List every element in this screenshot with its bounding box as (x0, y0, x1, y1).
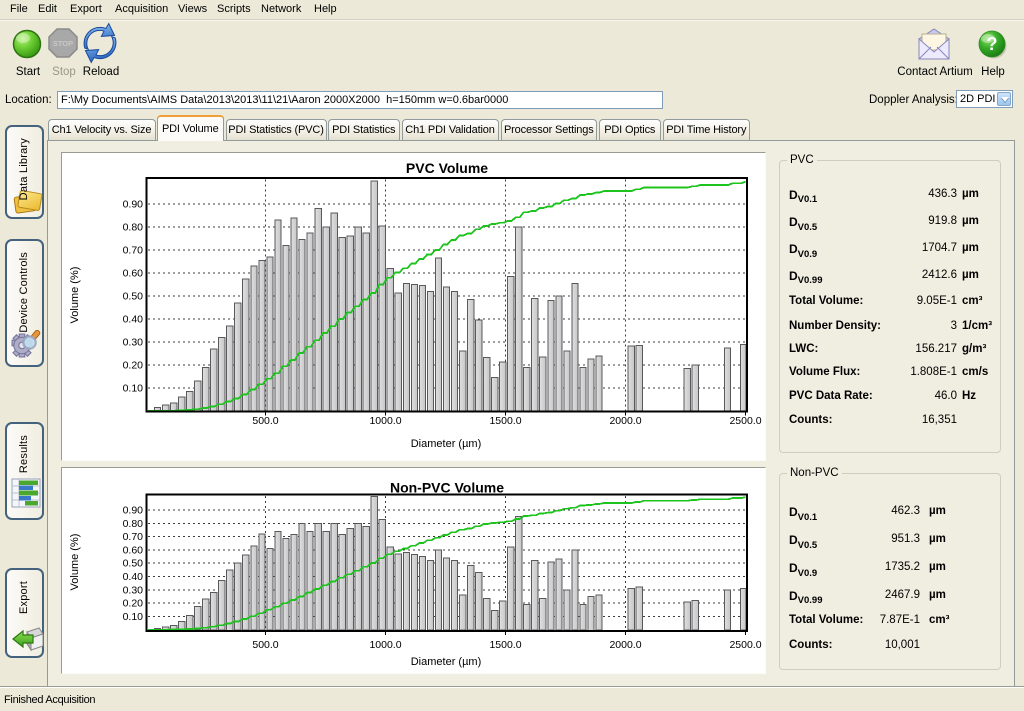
svg-text:500.0: 500.0 (252, 639, 278, 651)
svg-text:0.10: 0.10 (123, 383, 144, 395)
svg-text:1500.0: 1500.0 (489, 639, 521, 651)
svg-text:Diameter (µm): Diameter (µm) (411, 656, 482, 668)
svg-text:0.90: 0.90 (123, 505, 144, 517)
svg-text:Non-PVC Volume: Non-PVC Volume (390, 480, 504, 496)
svg-text:0.50: 0.50 (123, 291, 144, 303)
svg-text:Volume (%): Volume (%) (69, 534, 81, 591)
svg-text:0.20: 0.20 (123, 360, 144, 372)
svg-text:500.0: 500.0 (252, 415, 278, 427)
svg-text:0.20: 0.20 (123, 598, 144, 610)
svg-text:1000.0: 1000.0 (369, 639, 401, 651)
svg-text:0.60: 0.60 (123, 268, 144, 280)
svg-text:PVC Volume: PVC Volume (406, 160, 488, 176)
svg-text:0.30: 0.30 (123, 337, 144, 349)
svg-text:0.10: 0.10 (123, 611, 144, 623)
svg-text:0.80: 0.80 (123, 222, 144, 234)
svg-text:1500.0: 1500.0 (489, 415, 521, 427)
svg-text:0.70: 0.70 (123, 531, 144, 543)
svg-text:0.30: 0.30 (123, 584, 144, 596)
svg-text:0.40: 0.40 (123, 571, 144, 583)
svg-text:2500.0: 2500.0 (729, 415, 761, 427)
svg-text:2000.0: 2000.0 (609, 415, 641, 427)
svg-text:2000.0: 2000.0 (609, 639, 641, 651)
svg-text:0.70: 0.70 (123, 245, 144, 257)
svg-text:2500.0: 2500.0 (729, 639, 761, 651)
svg-text:0.90: 0.90 (123, 199, 144, 211)
svg-text:Diameter (µm): Diameter (µm) (411, 438, 482, 450)
svg-text:0.80: 0.80 (123, 518, 144, 530)
svg-text:Volume (%): Volume (%) (69, 267, 81, 324)
svg-text:0.40: 0.40 (123, 314, 144, 326)
svg-text:0.60: 0.60 (123, 544, 144, 556)
svg-text:0.50: 0.50 (123, 558, 144, 570)
svg-text:1000.0: 1000.0 (369, 415, 401, 427)
